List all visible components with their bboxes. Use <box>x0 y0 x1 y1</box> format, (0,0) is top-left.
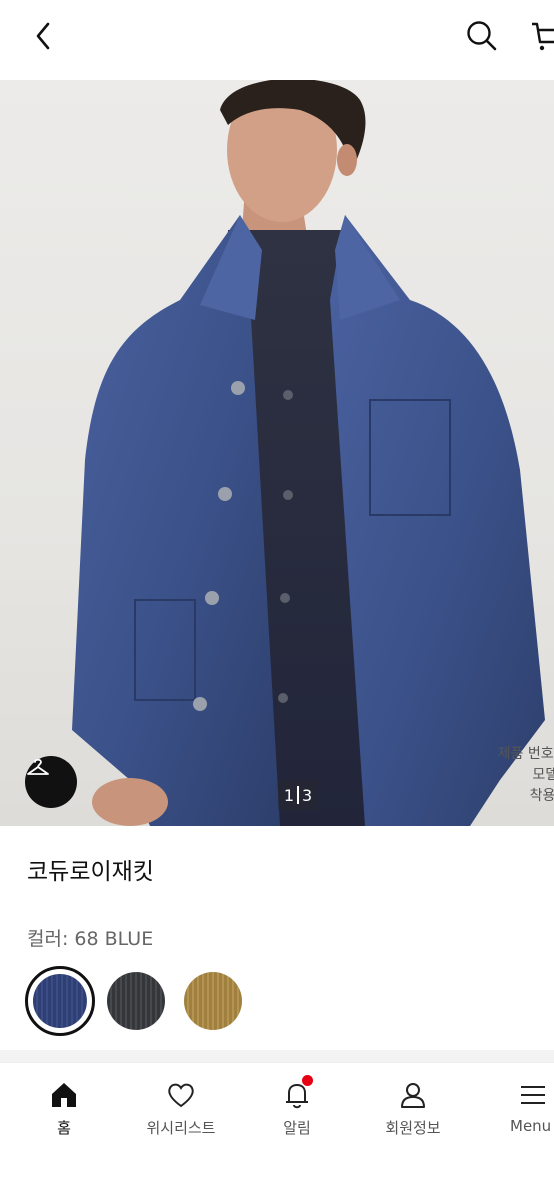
product-number-text: 제품 번호:4782 <box>497 746 554 762</box>
nav-notifications-label: 알림 <box>283 1119 311 1137</box>
model-height-text: 모델: 183 <box>532 767 554 783</box>
page-current: 1 <box>283 785 294 805</box>
image-page-indicator: 1 3 <box>278 780 318 810</box>
user-icon <box>401 1083 425 1108</box>
nav-home[interactable]: 홈 <box>9 1079 119 1138</box>
nav-notifications[interactable]: 알림 <box>242 1075 352 1138</box>
heart-icon <box>168 1083 194 1108</box>
hanger-icon <box>27 758 49 775</box>
nav-wishlist-label: 위시리스트 <box>146 1119 216 1137</box>
product-photo <box>72 80 545 826</box>
cart-icon <box>532 22 554 51</box>
nav-member-info-label: 회원정보 <box>385 1119 441 1137</box>
swatch-camel-fill <box>184 972 242 1030</box>
page-separator <box>297 786 299 804</box>
model-info: 제품 번호:4782 모델: 183 착용사이즈 <box>454 744 554 807</box>
bottom-navigation: 홈 위시리스트 알림 회원정보 Menu <box>0 1062 554 1200</box>
nav-menu[interactable]: Menu <box>476 1079 554 1135</box>
color-swatches <box>25 966 325 1036</box>
fit-size-text: 착용사이즈 <box>529 788 554 804</box>
swatch-dark-gray-fill <box>107 972 165 1030</box>
nav-wishlist[interactable]: 위시리스트 <box>126 1079 236 1138</box>
section-divider <box>0 1050 554 1062</box>
swatch-camel[interactable] <box>184 972 242 1030</box>
search-icon <box>467 21 497 51</box>
top-header <box>0 0 554 80</box>
menu-icon <box>521 1086 545 1104</box>
fitting-button[interactable] <box>25 756 77 808</box>
swatch-dark-gray[interactable] <box>107 972 165 1030</box>
swatch-blue[interactable] <box>25 966 95 1036</box>
product-detail-page: 제품 번호:4782 모델: 183 착용사이즈 1 3 코듀로이재킷 컬러: … <box>0 0 554 1200</box>
page-total: 3 <box>302 785 313 805</box>
cart-button[interactable] <box>528 16 554 56</box>
product-title: 코듀로이재킷 <box>27 859 154 885</box>
product-image-carousel[interactable]: 제품 번호:4782 모델: 183 착용사이즈 1 3 <box>0 80 554 826</box>
swatch-blue-fill <box>33 974 87 1028</box>
notification-badge <box>302 1075 313 1086</box>
nav-menu-label: Menu <box>510 1117 552 1135</box>
back-button[interactable] <box>28 18 62 54</box>
search-button[interactable] <box>462 16 502 56</box>
color-label: 컬러: 68 BLUE <box>27 928 154 950</box>
nav-home-label: 홈 <box>57 1119 71 1137</box>
chevron-left-icon <box>36 22 50 50</box>
home-icon <box>52 1083 76 1107</box>
nav-member-info[interactable]: 회원정보 <box>358 1079 468 1138</box>
